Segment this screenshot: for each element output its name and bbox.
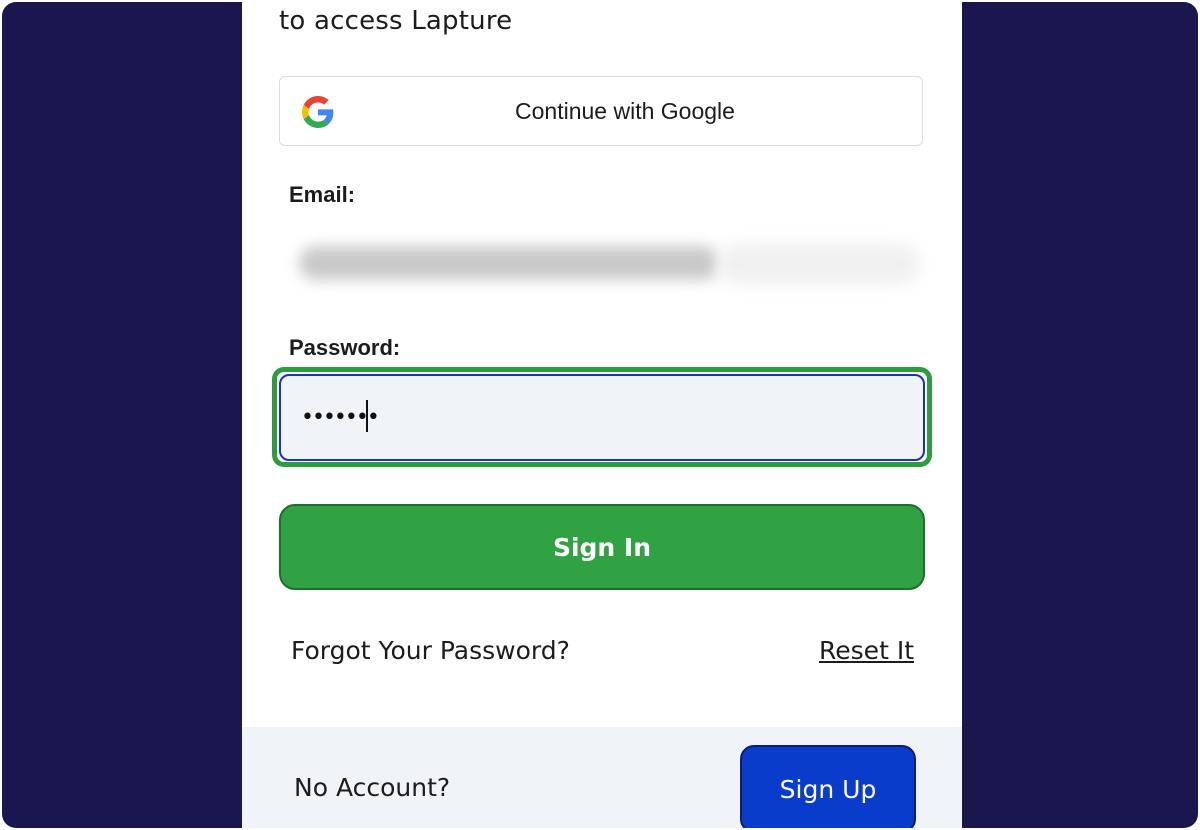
sign-in-button[interactable]: Sign In [279, 504, 925, 590]
no-account-text: No Account? [294, 773, 451, 802]
password-field[interactable] [279, 374, 925, 461]
email-label: Email: [289, 182, 356, 207]
forgot-password-text: Forgot Your Password? [291, 636, 570, 665]
login-subtitle: to access Lapture [279, 6, 513, 36]
email-field[interactable] [279, 214, 923, 312]
app-background: to access Lapture Continue with Google E… [2, 2, 1198, 828]
login-card: to access Lapture Continue with Google E… [242, 2, 962, 828]
sign-up-button[interactable]: Sign Up [740, 745, 916, 828]
email-value-blurred-tail [719, 244, 919, 284]
continue-with-google-label: Continue with Google [515, 98, 735, 124]
continue-with-google-button[interactable]: Continue with Google [279, 76, 923, 146]
text-caret [366, 400, 368, 432]
email-value-blurred [299, 246, 719, 280]
signup-footer: No Account? Sign Up [242, 727, 962, 828]
password-label: Password: [289, 335, 401, 360]
reset-password-link[interactable]: Reset It [819, 636, 914, 665]
